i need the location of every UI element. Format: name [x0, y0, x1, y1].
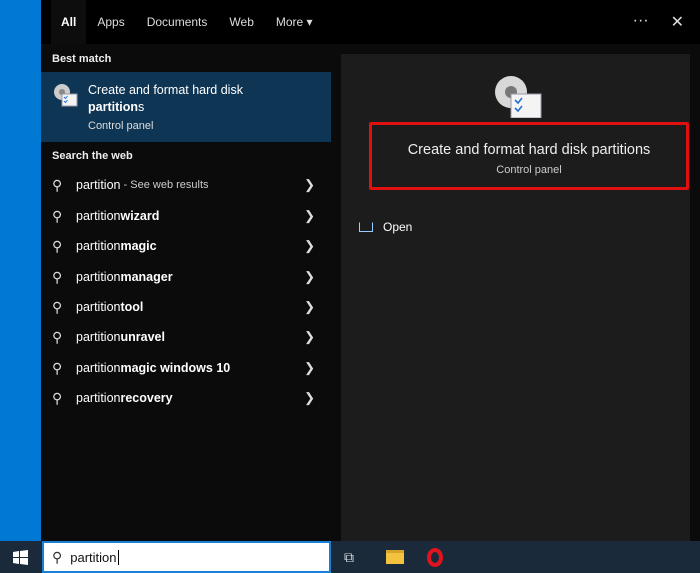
- windows-start-icon[interactable]: [13, 550, 28, 565]
- search-icon: ⚲: [52, 268, 63, 285]
- search-icon: ⚲: [52, 176, 63, 193]
- web-search-item[interactable]: ⚲ partition manager ❯: [41, 262, 331, 292]
- query-suggestion: tool: [120, 300, 144, 314]
- web-search-item[interactable]: ⚲ partition magic windows 10 ❯: [41, 353, 331, 383]
- tab-apps[interactable]: Apps: [86, 0, 135, 44]
- best-match-title-bold: partition: [88, 100, 138, 114]
- open-label: Open: [383, 220, 413, 234]
- web-search-item[interactable]: ⚲ partition wizard ❯: [41, 201, 331, 231]
- query-text: partition: [76, 270, 121, 284]
- web-search-item[interactable]: ⚲ partition recovery ❯: [41, 383, 331, 413]
- chevron-right-icon[interactable]: ❯: [304, 390, 315, 406]
- query-suggestion: manager: [120, 270, 173, 284]
- tab-all[interactable]: All: [51, 0, 87, 44]
- search-icon: ⚲: [52, 298, 63, 315]
- close-icon[interactable]: ✕: [671, 12, 684, 32]
- query-text: partition: [76, 300, 121, 314]
- search-web-heading: Search the web: [52, 150, 133, 162]
- web-search-item[interactable]: ⚲ partition unravel ❯: [41, 322, 331, 352]
- control-panel-icon: [54, 84, 78, 107]
- preview-subtitle: Control panel: [496, 164, 562, 176]
- search-input[interactable]: partition: [70, 549, 119, 565]
- search-icon: ⚲: [52, 359, 63, 376]
- search-icon: ⚲: [52, 207, 63, 224]
- query-text: partition: [76, 178, 121, 192]
- query-text: partition: [76, 361, 121, 375]
- search-icon: ⚲: [52, 548, 63, 565]
- results-panel: Best match Create and format hard disk p…: [41, 44, 333, 541]
- chevron-right-icon[interactable]: ❯: [304, 208, 315, 224]
- taskbar: ⚲ partition ⧉: [0, 541, 700, 573]
- best-match-item[interactable]: Create and format hard disk partitions C…: [41, 72, 331, 142]
- taskbar-search-box[interactable]: ⚲ partition: [42, 541, 331, 573]
- chevron-right-icon[interactable]: ❯: [304, 299, 315, 315]
- search-window: All Apps Documents Web More ▾ ··· ✕ Best…: [41, 0, 700, 541]
- search-icon: ⚲: [52, 328, 63, 345]
- highlighted-result: Create and format hard disk partitions C…: [369, 122, 689, 190]
- best-match-title-tail: s: [138, 100, 145, 114]
- tab-documents[interactable]: Documents: [136, 0, 219, 44]
- query-text: partition: [76, 209, 121, 223]
- query-text: partition: [76, 391, 121, 405]
- task-view-icon[interactable]: ⧉: [344, 549, 354, 566]
- search-icon: ⚲: [52, 237, 63, 254]
- preview-panel: Create and format hard disk partitions C…: [341, 54, 690, 541]
- filter-tabs: All Apps Documents Web More ▾ ··· ✕: [41, 0, 700, 44]
- chevron-right-icon[interactable]: ❯: [304, 238, 315, 254]
- query-suggestion: magic windows 10: [120, 361, 231, 375]
- preview-title: Create and format hard disk partitions: [407, 142, 651, 158]
- chevron-right-icon[interactable]: ❯: [304, 360, 315, 376]
- query-suggestion: wizard: [120, 209, 160, 223]
- control-panel-large-icon: [495, 76, 542, 118]
- query-suggestion: magic: [120, 239, 157, 253]
- file-explorer-icon[interactable]: [386, 550, 404, 564]
- chevron-right-icon[interactable]: ❯: [304, 269, 315, 285]
- query-text: partition: [76, 239, 121, 253]
- query-suggestion: recovery: [120, 391, 173, 405]
- chevron-right-icon[interactable]: ❯: [304, 177, 315, 193]
- query-hint: - See web results: [120, 179, 209, 191]
- open-action[interactable]: Open: [359, 220, 412, 234]
- web-search-item[interactable]: ⚲ partition - See web results ❯: [41, 170, 331, 200]
- web-search-item[interactable]: ⚲ partition tool ❯: [41, 292, 331, 322]
- tab-web[interactable]: Web: [218, 0, 264, 44]
- open-icon: [359, 222, 373, 232]
- search-icon: ⚲: [52, 389, 63, 406]
- best-match-title: Create and format hard disk: [88, 83, 243, 97]
- tab-more[interactable]: More ▾: [265, 0, 324, 44]
- more-options-icon[interactable]: ···: [633, 12, 649, 32]
- best-match-heading: Best match: [52, 53, 112, 65]
- web-search-item[interactable]: ⚲ partition magic ❯: [41, 231, 331, 261]
- query-text: partition: [76, 330, 121, 344]
- best-match-subtitle: Control panel: [88, 120, 154, 132]
- query-suggestion: unravel: [120, 330, 165, 344]
- opera-browser-icon[interactable]: [427, 548, 443, 567]
- chevron-right-icon[interactable]: ❯: [304, 329, 315, 345]
